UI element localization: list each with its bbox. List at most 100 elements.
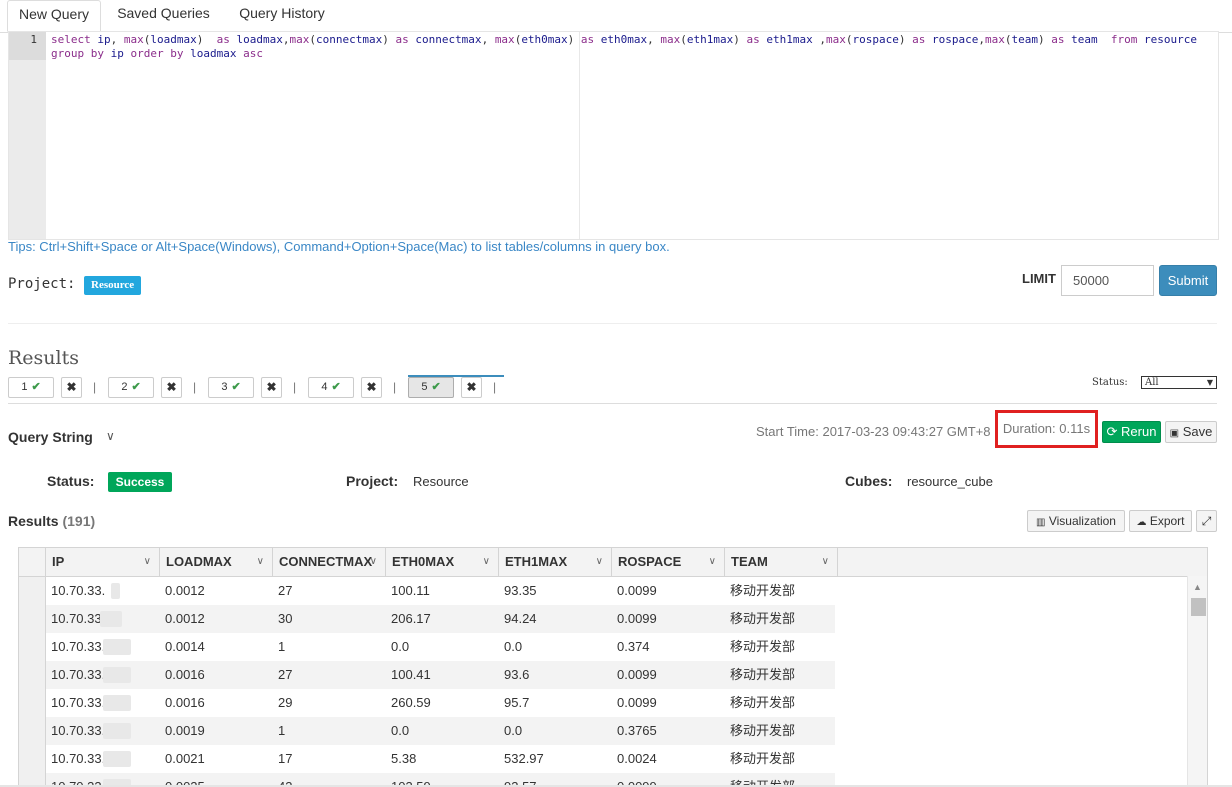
query-tab-label: 4 [321,381,328,393]
query-tab-3[interactable]: 3 ✔ [208,377,254,398]
row-selector[interactable] [19,577,46,605]
cell-ip: 10.70.33. [51,695,106,710]
column-header-eth0max[interactable]: ETH0MAX ∨ [386,548,499,576]
close-icon: ✖ [466,380,477,394]
close-query-tab-4[interactable]: ✖ [361,377,382,398]
save-button[interactable]: ▣ Save [1165,421,1217,443]
scroll-up-icon[interactable]: ▲ [1193,582,1202,592]
cell-team: 移动开发部 [730,667,796,682]
tab-separator: | [493,380,497,394]
column-header-loadmax[interactable]: LOADMAX ∨ [160,548,273,576]
row-selector[interactable] [19,605,46,633]
cell-connectmax: 17 [278,751,293,766]
cell-team: 移动开发部 [730,611,796,626]
redacted-ip-blur [103,751,131,767]
redacted-ip-blur [103,695,131,711]
cell-loadmax: 0.0021 [165,751,205,766]
submit-button[interactable]: Submit [1159,265,1217,296]
table-row[interactable]: 10.70.33. 0.0012 27 100.11 93.35 0.0099 移动开发部 [19,577,835,605]
column-header-ip[interactable]: IP ∨ [46,548,160,576]
status-key: Status: [47,473,95,489]
query-tab-label: 3 [221,381,228,393]
column-header-connectmax[interactable]: CONNECTMAX ∨ [273,548,386,576]
sql-editor[interactable]: 1 select ip, max(loadmax) as loadmax,max… [8,31,1219,240]
column-header-rospace[interactable]: ROSPACE ∨ [612,548,725,576]
limit-label: LIMIT [1022,271,1056,286]
print-margin [579,32,580,239]
table-row[interactable]: 10.70.33. 0.0021 17 5.38 532.97 0.0024 移动开发部 [19,745,835,773]
column-label: ETH1MAX [505,554,568,569]
vertical-scrollbar[interactable]: ▲ [1187,576,1207,786]
tab-separator: | [293,380,297,394]
close-icon: ✖ [266,380,277,394]
cell-team: 移动开发部 [730,723,796,738]
table-row[interactable]: 10.70.33. 0.0019 1 0.0 0.0 0.3765 移动开发部 [19,717,835,745]
table-row[interactable]: 10.70.33 0.0012 30 206.17 94.24 0.0099 移动开发部 [19,605,835,633]
close-query-tab-5[interactable]: ✖ [461,377,482,398]
chevron-down-icon[interactable]: ∨ [106,429,115,443]
export-button[interactable]: ☁ Export [1129,510,1192,532]
row-selector[interactable] [19,633,46,661]
cell-connectmax: 27 [278,667,293,682]
visualization-button[interactable]: ▥ Visualization [1027,510,1125,532]
sql-code[interactable]: select ip, max(loadmax) as loadmax,max(c… [51,33,1197,61]
cell-loadmax: 0.0012 [165,611,205,626]
bar-chart-icon: ▥ [1036,517,1046,528]
fullscreen-button[interactable]: ⤢ [1196,510,1217,532]
section-divider [8,323,1217,324]
check-icon: ✔ [231,381,241,393]
results-grid: IP ∨ LOADMAX ∨ CONNECTMAX ∨ ETH0MAX ∨ ETH1MA… [18,547,1208,787]
chevron-down-icon[interactable]: ∨ [596,548,603,576]
tab-saved-queries[interactable]: Saved Queries [112,0,215,32]
row-selector[interactable] [19,661,46,689]
redacted-ip-blur [103,639,131,655]
tab-query-history[interactable]: Query History [232,0,332,32]
close-query-tab-3[interactable]: ✖ [261,377,282,398]
tab-separator: | [393,380,397,394]
status-filter-select[interactable]: All ▼ [1141,376,1217,389]
query-tab-4[interactable]: 4 ✔ [308,377,354,398]
limit-input[interactable]: 50000 [1061,265,1154,296]
close-query-tab-2[interactable]: ✖ [161,377,182,398]
query-tab-5[interactable]: 5 ✔ [408,377,454,398]
cell-eth0max: 0.0 [391,723,410,738]
column-header-eth1max[interactable]: ETH1MAX ∨ [499,548,612,576]
chevron-down-icon[interactable]: ∨ [709,548,716,576]
cell-team: 移动开发部 [730,751,796,766]
close-query-tab-1[interactable]: ✖ [61,377,82,398]
status-badge: Success [108,472,172,492]
sql-line-1: select ip, max(loadmax) as loadmax,max(c… [51,33,1197,46]
row-selector[interactable] [19,745,46,773]
project-value: Resource [413,474,469,489]
chevron-down-icon[interactable]: ∨ [483,548,490,576]
results-heading: Results [8,347,79,369]
row-selector[interactable] [19,717,46,745]
cell-rospace: 0.0024 [617,751,657,766]
row-selector[interactable] [19,689,46,717]
chevron-down-icon[interactable]: ∨ [370,548,377,576]
cell-rospace: 0.0099 [617,583,657,598]
chevron-down-icon[interactable]: ∨ [822,548,829,576]
query-tab-2[interactable]: 2 ✔ [108,377,154,398]
chevron-down-icon[interactable]: ∨ [144,548,151,576]
table-row[interactable]: 10.70.33. 0.0014 1 0.0 0.0 0.374 移动开发部 [19,633,835,661]
redacted-ip-blur [103,667,131,683]
column-label: TEAM [731,554,768,569]
tab-new-query[interactable]: New Query [7,0,101,32]
project-key: Project: [346,473,399,489]
column-header-team[interactable]: TEAM ∨ [725,548,838,576]
cell-rospace: 0.374 [617,639,650,654]
query-tab-label: 5 [421,381,428,393]
query-tab-1[interactable]: 1 ✔ [8,377,54,398]
rerun-button[interactable]: ⟳ Rerun [1102,421,1161,443]
cell-eth1max: 532.97 [504,751,544,766]
scroll-thumb[interactable] [1191,598,1206,616]
cubes-key: Cubes: [845,473,893,489]
save-label: Save [1182,424,1213,439]
chevron-down-icon[interactable]: ∨ [257,548,264,576]
project-badge[interactable]: Resource [84,276,142,295]
cell-connectmax: 1 [278,639,286,654]
table-row[interactable]: 10.70.33. 0.0016 29 260.59 95.7 0.0099 移动开发部 [19,689,835,717]
table-row[interactable]: 10.70.33. 0.0016 27 100.41 93.6 0.0099 移动开发部 [19,661,835,689]
column-label: IP [52,554,65,569]
